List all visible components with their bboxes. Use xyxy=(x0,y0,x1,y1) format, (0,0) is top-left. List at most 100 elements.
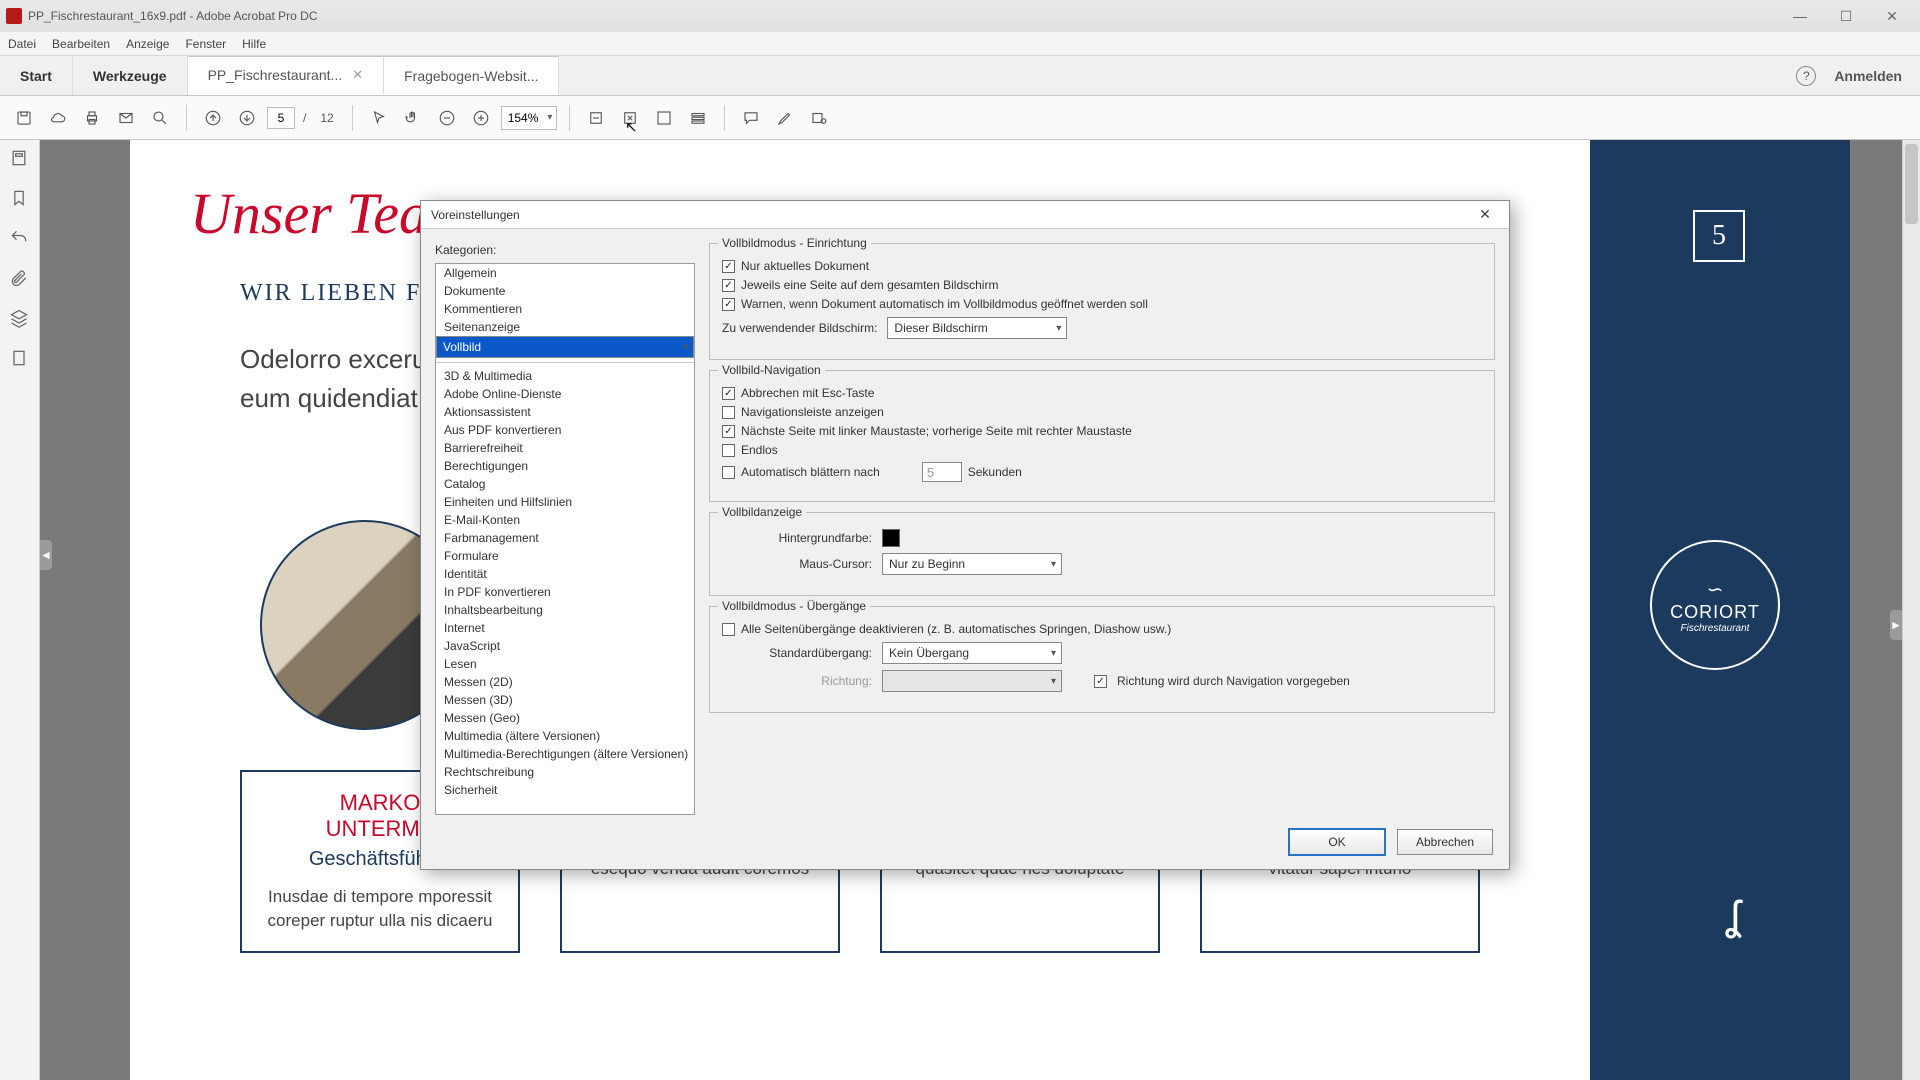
page-icon[interactable] xyxy=(9,348,31,370)
tab-label: PP_Fischrestaurant... xyxy=(208,67,343,83)
checkbox[interactable] xyxy=(1094,675,1107,688)
checkbox[interactable] xyxy=(722,279,735,292)
category-item[interactable]: In PDF konvertieren xyxy=(436,583,694,601)
fullscreen-icon[interactable] xyxy=(650,104,678,132)
category-item[interactable]: Barrierefreiheit xyxy=(436,439,694,457)
menu-view[interactable]: Anzeige xyxy=(126,37,169,51)
comment-icon[interactable] xyxy=(737,104,765,132)
tab-document-0[interactable]: PP_Fischrestaurant... ✕ xyxy=(188,56,385,95)
category-item[interactable]: Vollbild xyxy=(436,336,694,358)
search-icon[interactable] xyxy=(146,104,174,132)
fit-width-icon[interactable] xyxy=(582,104,610,132)
print-icon[interactable] xyxy=(78,104,106,132)
close-icon[interactable]: ✕ xyxy=(1471,205,1499,225)
fit-page-icon[interactable] xyxy=(616,104,644,132)
hand-tool-icon[interactable] xyxy=(399,104,427,132)
category-item[interactable]: Einheiten und Hilfslinien xyxy=(436,493,694,511)
prev-page-arrow[interactable]: ◄ xyxy=(40,540,52,570)
categories-list[interactable]: AllgemeinDokumenteKommentierenSeitenanze… xyxy=(435,263,695,815)
cloud-icon[interactable] xyxy=(44,104,72,132)
category-item[interactable]: Identität xyxy=(436,565,694,583)
next-page-arrow[interactable]: ► xyxy=(1890,610,1902,640)
category-item[interactable]: Rechtschreibung xyxy=(436,763,694,781)
highlight-icon[interactable] xyxy=(771,104,799,132)
undo-icon[interactable] xyxy=(9,228,31,250)
menu-edit[interactable]: Bearbeiten xyxy=(52,37,110,51)
tab-start[interactable]: Start xyxy=(0,56,73,95)
read-mode-icon[interactable] xyxy=(684,104,712,132)
category-item[interactable]: Formulare xyxy=(436,547,694,565)
category-item[interactable]: Berechtigungen xyxy=(436,457,694,475)
ok-button[interactable]: OK xyxy=(1289,829,1385,855)
category-item[interactable]: JavaScript xyxy=(436,637,694,655)
category-item[interactable]: Aktionsassistent xyxy=(436,403,694,421)
tab-document-1[interactable]: Fragebogen-Websit... xyxy=(384,56,559,95)
transition-select[interactable]: Kein Übergang xyxy=(882,642,1062,664)
tab-tools[interactable]: Werkzeuge xyxy=(73,56,188,95)
attachment-icon[interactable] xyxy=(9,268,31,290)
checkbox[interactable] xyxy=(722,444,735,457)
category-item[interactable]: Lesen xyxy=(436,655,694,673)
scrollbar-thumb[interactable] xyxy=(1905,144,1918,224)
category-item[interactable]: Farbmanagement xyxy=(436,529,694,547)
select-tool-icon[interactable] xyxy=(365,104,393,132)
fishhook-icon: ʆ xyxy=(1725,892,1740,940)
page-number-input[interactable] xyxy=(267,107,295,129)
page-up-icon[interactable] xyxy=(199,104,227,132)
checkbox[interactable] xyxy=(722,623,735,636)
checkbox[interactable] xyxy=(722,260,735,273)
menu-file[interactable]: Datei xyxy=(8,37,36,51)
sign-icon[interactable] xyxy=(805,104,833,132)
category-item[interactable]: Allgemein xyxy=(436,264,694,282)
window-maximize[interactable]: ☐ xyxy=(1824,4,1868,28)
category-item[interactable]: E-Mail-Konten xyxy=(436,511,694,529)
category-item[interactable]: Inhaltsbearbeitung xyxy=(436,601,694,619)
cursor-select[interactable]: Nur zu Beginn xyxy=(882,553,1062,575)
category-item[interactable]: Messen (Geo) xyxy=(436,709,694,727)
category-item[interactable]: Sicherheit xyxy=(436,781,694,799)
window-close[interactable]: ✕ xyxy=(1870,4,1914,28)
layers-icon[interactable] xyxy=(9,308,31,330)
category-item[interactable]: Multimedia (ältere Versionen) xyxy=(436,727,694,745)
category-item[interactable]: Adobe Online-Dienste xyxy=(436,385,694,403)
zoom-out-icon[interactable] xyxy=(433,104,461,132)
window-minimize[interactable]: — xyxy=(1778,4,1822,28)
signin-link[interactable]: Anmelden xyxy=(1834,68,1902,84)
bookmark-icon[interactable] xyxy=(9,188,31,210)
help-icon[interactable]: ? xyxy=(1796,66,1816,86)
category-item[interactable]: Kommentieren xyxy=(436,300,694,318)
bg-color-picker[interactable] xyxy=(882,529,900,547)
category-item[interactable]: Multimedia-Berechtigungen (ältere Versio… xyxy=(436,745,694,763)
category-item[interactable]: Dokumente xyxy=(436,282,694,300)
category-item[interactable]: Catalog xyxy=(436,475,694,493)
zoom-select[interactable]: 154% xyxy=(501,106,558,130)
checkbox[interactable] xyxy=(722,425,735,438)
menu-help[interactable]: Hilfe xyxy=(242,37,266,51)
left-rail xyxy=(0,140,40,1080)
category-item[interactable]: Seitenanzeige xyxy=(436,318,694,336)
fish-icon: ∽ xyxy=(1707,577,1724,602)
zoom-in-icon[interactable] xyxy=(467,104,495,132)
category-item[interactable]: Aus PDF konvertieren xyxy=(436,421,694,439)
checkbox[interactable] xyxy=(722,387,735,400)
brand-name: CORIORT xyxy=(1670,602,1760,623)
cancel-button[interactable]: Abbrechen xyxy=(1397,829,1493,855)
direction-select xyxy=(882,670,1062,692)
checkbox[interactable] xyxy=(722,298,735,311)
thumbnails-icon[interactable] xyxy=(9,148,31,170)
category-item[interactable]: Messen (3D) xyxy=(436,691,694,709)
auto-advance-input[interactable] xyxy=(922,462,962,482)
page-down-icon[interactable] xyxy=(233,104,261,132)
checkbox[interactable] xyxy=(722,466,735,479)
screen-select[interactable]: Dieser Bildschirm xyxy=(887,317,1067,339)
save-icon[interactable] xyxy=(10,104,38,132)
vertical-scrollbar[interactable] xyxy=(1902,140,1920,1080)
category-item[interactable]: Messen (2D) xyxy=(436,673,694,691)
menu-window[interactable]: Fenster xyxy=(185,37,226,51)
category-item[interactable]: 3D & Multimedia xyxy=(436,367,694,385)
mail-icon[interactable] xyxy=(112,104,140,132)
close-icon[interactable]: ✕ xyxy=(352,67,363,83)
checkbox-label: Abbrechen mit Esc-Taste xyxy=(741,386,874,400)
checkbox[interactable] xyxy=(722,406,735,419)
category-item[interactable]: Internet xyxy=(436,619,694,637)
